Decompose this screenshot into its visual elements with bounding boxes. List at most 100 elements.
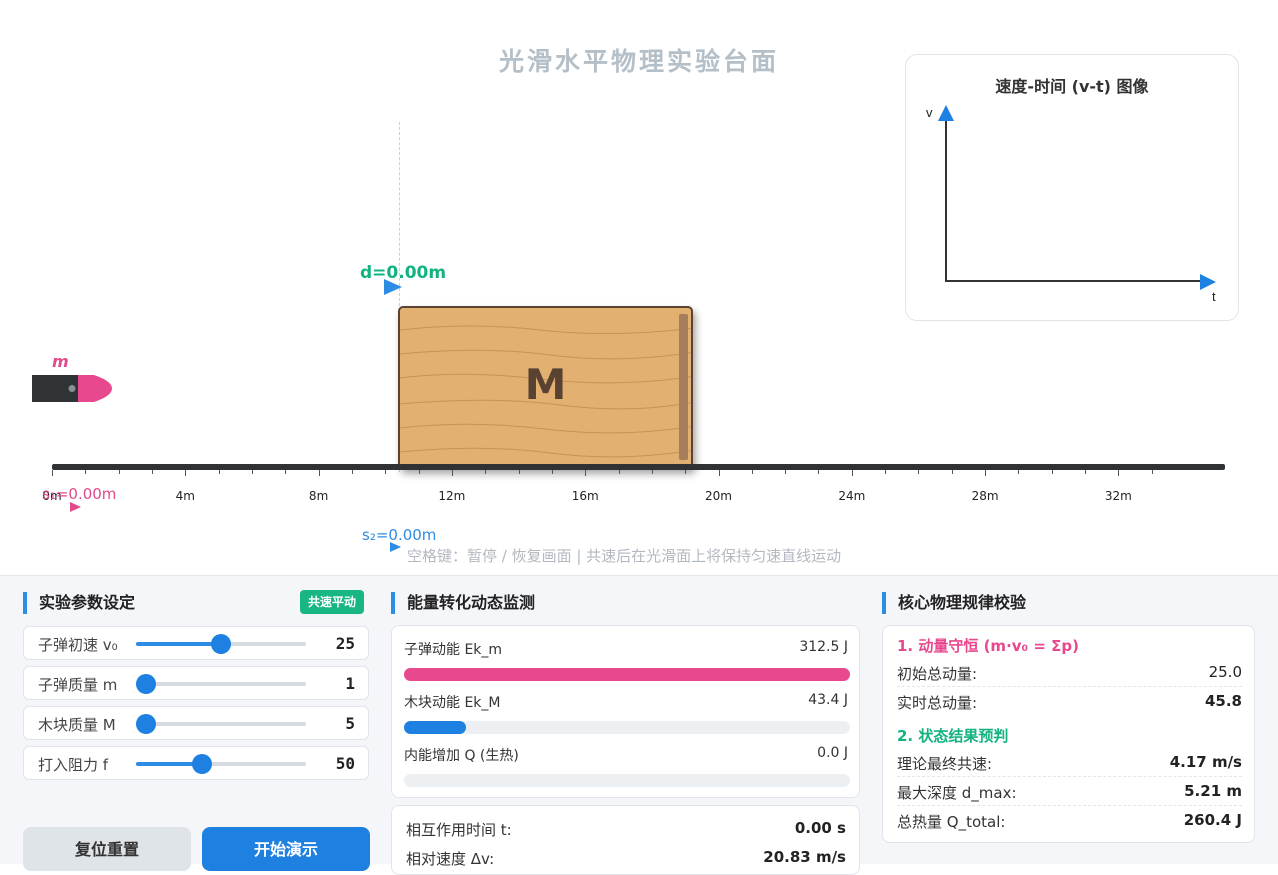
energy-bar bbox=[404, 668, 850, 681]
law-label: 初始总动量: bbox=[897, 665, 978, 683]
law-value: 260.4 J bbox=[1183, 811, 1242, 829]
ruler-minor-tick bbox=[685, 470, 687, 474]
ruler-tick bbox=[985, 470, 987, 476]
law-label: 最大深度 d_max: bbox=[897, 784, 1017, 802]
ruler-minor-tick bbox=[818, 470, 820, 474]
ruler-minor-tick bbox=[1151, 470, 1153, 474]
ruler-minor-tick bbox=[651, 470, 653, 474]
params-title: 实验参数设定 bbox=[23, 592, 135, 614]
param-value: 50 bbox=[335, 754, 355, 773]
vt-chart-card: 速度-时间 (v-t) 图像 v t bbox=[905, 54, 1239, 321]
slider-knob[interactable] bbox=[211, 634, 231, 654]
energy-label: 子弹动能 Ek_m bbox=[404, 642, 503, 658]
slider-knob[interactable] bbox=[136, 674, 156, 694]
slider-knob[interactable] bbox=[192, 754, 213, 774]
depth-arrow-icon bbox=[384, 279, 402, 295]
param-row-block-mass: 木块质量 M 5 bbox=[23, 706, 369, 740]
ruler-minor-tick bbox=[551, 470, 553, 474]
depth-label: d=0.00m bbox=[360, 263, 447, 283]
ruler-minor-tick bbox=[785, 470, 787, 474]
law-row: 最大深度 d_max: 5.21 m bbox=[897, 778, 1242, 806]
law-value: 45.8 bbox=[1204, 692, 1242, 710]
law-label: 总热量 Q_total: bbox=[897, 813, 1006, 831]
prediction-heading: 2. 状态结果预判 bbox=[897, 727, 1009, 745]
param-row-resistance: 打入阻力 f 50 bbox=[23, 746, 369, 780]
ruler-tick-label: 12m bbox=[438, 489, 466, 503]
ruler-tick bbox=[851, 470, 853, 476]
ruler-minor-tick bbox=[751, 470, 753, 474]
param-value: 25 bbox=[335, 634, 355, 653]
bullet-icon bbox=[32, 375, 112, 402]
block-position-arrow-icon bbox=[390, 542, 401, 552]
ruler-tick bbox=[1118, 470, 1120, 476]
track bbox=[52, 464, 1225, 470]
ruler-minor-tick bbox=[918, 470, 920, 474]
velocity-slider[interactable] bbox=[136, 634, 306, 654]
ruler-tick-label: 28m bbox=[971, 489, 999, 503]
ruler-minor-tick bbox=[218, 470, 220, 474]
energy-bar bbox=[404, 774, 850, 787]
ruler-minor-tick bbox=[951, 470, 953, 474]
ruler-tick-label: 8m bbox=[308, 489, 329, 503]
law-value: 4.17 m/s bbox=[1169, 753, 1242, 771]
energy-label: 内能增加 Q (生热) bbox=[404, 748, 519, 764]
energy-label: 木块动能 Ek_M bbox=[404, 695, 501, 711]
param-label: 木块质量 M bbox=[38, 716, 116, 734]
ruler-tick-label: 32m bbox=[1104, 489, 1132, 503]
wooden-block: M bbox=[398, 306, 693, 469]
ruler-minor-tick bbox=[618, 470, 620, 474]
ruler-tick bbox=[318, 470, 320, 476]
energy-bar-fill bbox=[404, 721, 466, 734]
bullet-displacement-label: s₁=0.00m bbox=[42, 485, 117, 503]
bullet-label: m bbox=[52, 352, 69, 371]
law-label: 实时总动量: bbox=[897, 694, 978, 712]
bullet-mass-slider[interactable] bbox=[136, 674, 306, 694]
law-label: 理论最终共速: bbox=[897, 755, 993, 773]
laws-card: 1. 动量守恒 (m·v₀ = Σp) 初始总动量: 25.0 实时总动量: 4… bbox=[882, 625, 1255, 843]
ruler-tick bbox=[185, 470, 187, 476]
ruler-minor-tick bbox=[1085, 470, 1087, 474]
param-value: 1 bbox=[345, 674, 355, 693]
ruler-tick-label: 16m bbox=[571, 489, 599, 503]
ruler-tick bbox=[718, 470, 720, 476]
block-mass-slider[interactable] bbox=[136, 714, 306, 734]
interaction-stats-card: 相互作用时间 t: 0.00 s 相对速度 Δv: 20.83 m/s bbox=[391, 805, 860, 875]
ruler-tick bbox=[52, 470, 53, 476]
start-button[interactable]: 开始演示 bbox=[202, 827, 370, 871]
law-row: 初始总动量: 25.0 bbox=[897, 659, 1242, 687]
energy-bar bbox=[404, 721, 850, 734]
ruler-minor-tick bbox=[1051, 470, 1053, 474]
ruler-minor-tick bbox=[385, 470, 387, 474]
bullet-position-arrow-icon bbox=[70, 502, 81, 512]
energy-bar-fill bbox=[404, 668, 850, 681]
ruler-tick-label: 24m bbox=[838, 489, 866, 503]
law-row: 总热量 Q_total: 260.4 J bbox=[897, 807, 1242, 835]
ruler-tick-label: 4m bbox=[175, 489, 195, 503]
ruler-tick bbox=[451, 470, 453, 476]
control-panels: 实验参数设定 共速平动 子弹初速 v₀ 25 子弹质量 m 1 木块质量 M 5… bbox=[0, 575, 1278, 875]
energy-value: 43.4 J bbox=[808, 692, 848, 708]
slider-knob[interactable] bbox=[136, 714, 156, 734]
ruler-minor-tick bbox=[285, 470, 287, 474]
stat-label: 相互作用时间 t: bbox=[406, 821, 512, 839]
param-row-bullet-mass: 子弹质量 m 1 bbox=[23, 666, 369, 700]
ruler-minor-tick bbox=[118, 470, 120, 474]
resistance-slider[interactable] bbox=[136, 754, 306, 774]
vt-chart: v t bbox=[926, 105, 1216, 304]
energy-title: 能量转化动态监测 bbox=[391, 592, 535, 614]
stat-value: 0.00 s bbox=[794, 819, 846, 837]
param-label: 打入阻力 f bbox=[38, 756, 109, 774]
y-axis-label: v bbox=[926, 105, 933, 120]
slider-fill bbox=[136, 642, 221, 646]
law-row: 实时总动量: 45.8 bbox=[897, 688, 1242, 716]
ruler-minor-tick bbox=[485, 470, 487, 474]
x-axis-label: t bbox=[1212, 289, 1216, 304]
experiment-stage: 光滑水平物理实验台面 速度-时间 (v-t) 图像 v t d=0.00m M … bbox=[0, 0, 1278, 575]
ruler-minor-tick bbox=[351, 470, 353, 474]
reset-button[interactable]: 复位重置 bbox=[23, 827, 191, 871]
ruler-minor-tick bbox=[151, 470, 153, 474]
ruler-tick-label: 20m bbox=[705, 489, 732, 503]
ruler-minor-tick bbox=[518, 470, 520, 474]
momentum-heading: 1. 动量守恒 (m·v₀ = Σp) bbox=[897, 637, 1079, 655]
ruler-minor-tick bbox=[1018, 470, 1020, 474]
